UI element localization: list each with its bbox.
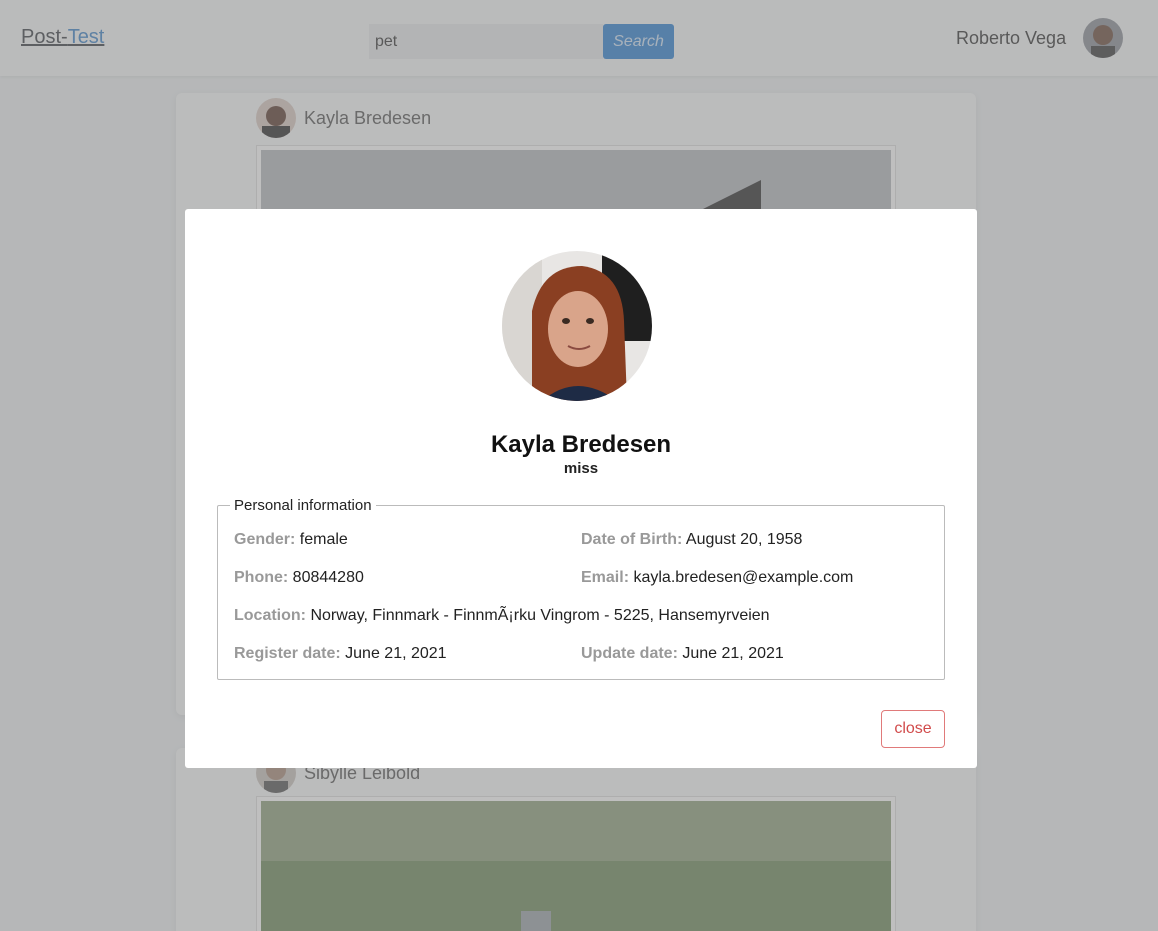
dob-field: Date of Birth: August 20, 1958 xyxy=(581,531,802,549)
location-value: Norway, Finnmark - FinnmÃ¡rku Vingrom - … xyxy=(310,607,770,624)
email-field: Email: kayla.bredesen@example.com xyxy=(581,569,853,587)
gender-value: female xyxy=(299,531,348,548)
location-label: Location: xyxy=(234,607,306,624)
update-date-field: Update date: June 21, 2021 xyxy=(581,645,784,663)
profile-avatar xyxy=(502,251,652,401)
close-button[interactable]: close xyxy=(881,710,945,748)
phone-value: 80844280 xyxy=(292,569,364,586)
dob-value: August 20, 1958 xyxy=(685,531,803,548)
register-date-label: Register date: xyxy=(234,645,341,662)
register-date-field: Register date: June 21, 2021 xyxy=(234,645,447,663)
phone-field: Phone: 80844280 xyxy=(234,569,364,587)
phone-label: Phone: xyxy=(234,569,289,586)
user-profile-modal: Kayla Bredesen miss Personal information… xyxy=(185,209,977,768)
location-field: Location: Norway, Finnmark - FinnmÃ¡rku … xyxy=(234,607,770,625)
profile-title: miss xyxy=(563,460,599,477)
gender-field: Gender: female xyxy=(234,531,348,549)
email-value: kayla.bredesen@example.com xyxy=(633,569,854,586)
personal-info-legend: Personal information xyxy=(234,497,372,514)
register-date-value: June 21, 2021 xyxy=(345,645,447,662)
email-label: Email: xyxy=(581,569,630,586)
update-date-value: June 21, 2021 xyxy=(682,645,784,662)
gender-label: Gender: xyxy=(234,531,296,548)
profile-name: Kayla Bredesen xyxy=(490,431,672,458)
dob-label: Date of Birth: xyxy=(581,531,683,548)
update-date-label: Update date: xyxy=(581,645,678,662)
